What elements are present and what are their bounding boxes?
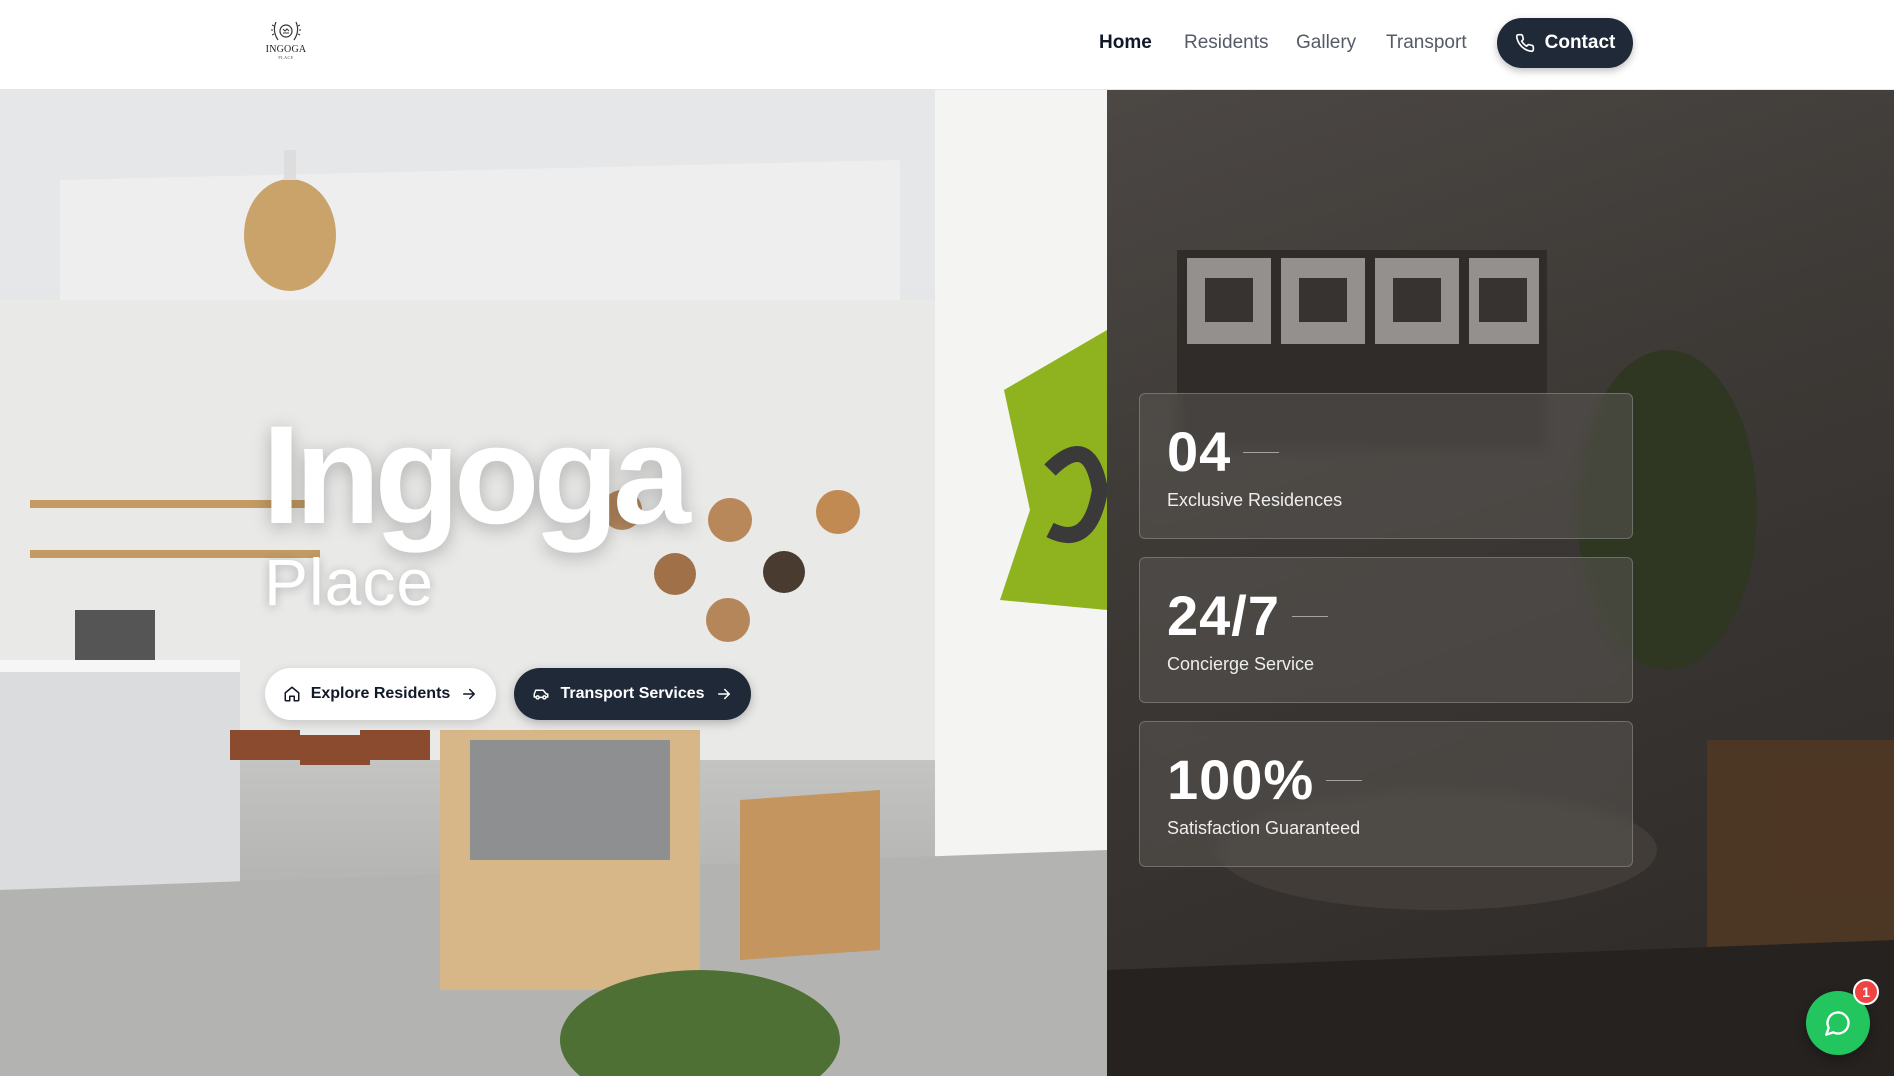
stat-value-row: 24/7 <box>1167 586 1328 646</box>
contact-button[interactable]: Contact <box>1497 18 1633 68</box>
nav-gallery[interactable]: Gallery <box>1296 30 1356 56</box>
stat-value: 100% <box>1167 748 1315 811</box>
transport-services-label: Transport Services <box>560 685 705 702</box>
car-icon <box>533 689 549 700</box>
phone-icon <box>1515 33 1534 53</box>
hero-section: Ingoga Place Explore Residents Transport… <box>0 90 1894 1076</box>
stat-label: Satisfaction Guaranteed <box>1167 818 1361 838</box>
living-room-illustration <box>0 90 1107 1076</box>
contact-label: Contact <box>1544 32 1616 53</box>
logo-subtitle: PLACE <box>278 55 294 60</box>
hero-photo-living-room <box>0 90 1107 1076</box>
stat-value: 24/7 <box>1167 584 1280 647</box>
stat-divider <box>1292 615 1328 617</box>
stat-value: 04 <box>1167 420 1232 483</box>
stat-label: Concierge Service <box>1167 654 1315 674</box>
chat-notification-badge: 1 <box>1853 979 1879 1005</box>
chat-bubble-icon <box>1825 1011 1850 1036</box>
transport-services-button[interactable]: Transport Services <box>514 668 751 720</box>
explore-residents-label: Explore Residents <box>310 685 451 702</box>
stat-divider <box>1243 451 1280 453</box>
site-header: INGOGA PLACE Home Residents Gallery Tran… <box>0 0 1894 90</box>
stat-card-satisfaction: 100% Satisfaction Guaranteed <box>1139 721 1633 867</box>
stat-label: Exclusive Residences <box>1167 490 1343 510</box>
explore-residents-button[interactable]: Explore Residents <box>265 668 496 720</box>
logo-name: INGOGA <box>265 44 307 55</box>
nav-residents[interactable]: Residents <box>1184 30 1269 56</box>
stat-card-concierge: 24/7 Concierge Service <box>1139 557 1633 703</box>
home-icon <box>284 686 300 702</box>
logo[interactable]: INGOGA PLACE <box>262 18 310 66</box>
nav-transport[interactable]: Transport <box>1386 30 1467 56</box>
stat-card-residences: 04 Exclusive Residences <box>1139 393 1633 539</box>
stat-divider <box>1326 779 1363 781</box>
hero-subtitle: Place <box>264 545 435 619</box>
arrow-right-icon <box>717 688 730 700</box>
arrow-right-icon <box>463 688 476 700</box>
crest-logo-icon <box>271 21 301 41</box>
stat-value-row: 04 <box>1167 420 1280 483</box>
stat-value-row: 100% <box>1167 748 1363 811</box>
nav-home[interactable]: Home <box>1099 30 1152 56</box>
hero-title: Ingoga <box>262 396 691 553</box>
